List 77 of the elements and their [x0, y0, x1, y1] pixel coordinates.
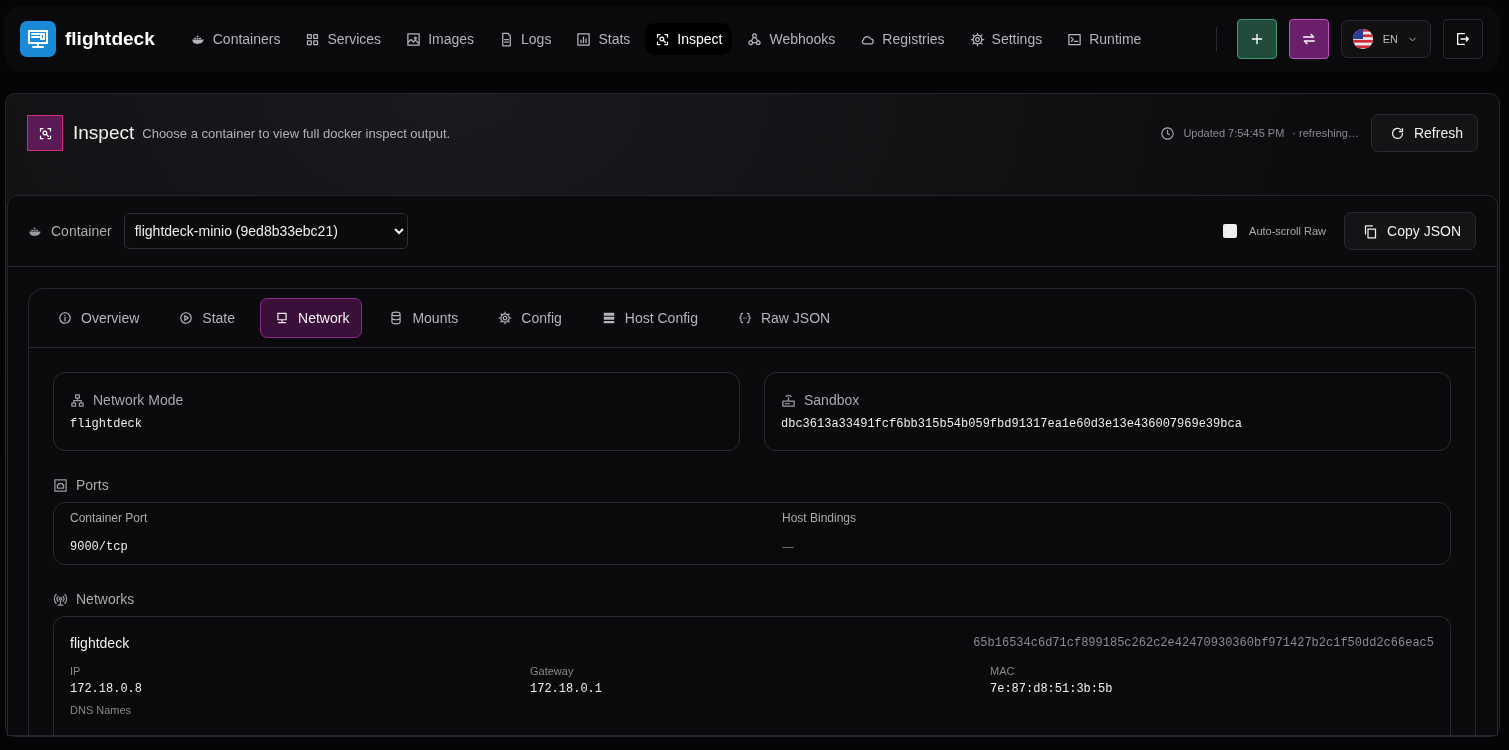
router-icon: [781, 392, 796, 408]
terminal-icon: [1067, 31, 1083, 47]
ethernet-port-icon: [53, 477, 68, 493]
tab[interactable]: Raw JSON: [722, 298, 844, 338]
nav-link[interactable]: Containers: [180, 23, 291, 55]
page-subtitle: Choose a container to view full docker inspect output.: [142, 125, 451, 141]
section-title: Networks: [76, 591, 135, 607]
app-name: flightdeck: [65, 28, 155, 50]
nav-link[interactable]: Logs: [489, 23, 562, 55]
nav-link[interactable]: Inspect: [645, 23, 733, 55]
tab[interactable]: Overview: [43, 298, 153, 338]
language-selector[interactable]: EN: [1340, 20, 1431, 58]
database-icon: [389, 311, 404, 325]
monitor-icon: [275, 311, 290, 325]
add-button[interactable]: [1236, 19, 1277, 59]
scan-icon: [655, 31, 671, 47]
nav-link[interactable]: Services: [295, 23, 392, 55]
section-title: Ports: [76, 477, 109, 493]
copy-json-button[interactable]: Copy JSON: [1344, 212, 1476, 250]
updated-time: Updated 7:54:45 PM: [1183, 127, 1285, 139]
field-label: MAC: [990, 665, 1016, 678]
table-cell-text: 9000/tcp: [70, 540, 129, 554]
desktop-icon: [26, 27, 50, 51]
tab[interactable]: Network: [260, 298, 363, 338]
field-label: IP: [70, 665, 82, 678]
nav-link[interactable]: Registries: [850, 23, 955, 55]
field-value: 172.18.0.1: [530, 682, 603, 696]
image-icon: [406, 31, 422, 47]
tab[interactable]: Mounts: [374, 298, 472, 338]
server-icon: [601, 311, 616, 325]
refresh-button[interactable]: Refresh: [1370, 114, 1478, 152]
flag-icon: [1351, 28, 1374, 50]
column-header: Host Bindings: [781, 511, 858, 525]
card-label: Sandbox: [804, 392, 860, 408]
nav-link[interactable]: Settings: [959, 23, 1053, 55]
container-select[interactable]: flightdeck-minio (9ed8b33ebc21): [123, 213, 408, 249]
tab[interactable]: Host Config: [586, 298, 711, 338]
network-name: flightdeck: [70, 635, 130, 651]
column-header: Container Port: [70, 511, 149, 525]
field-value: 172.18.0.8: [70, 682, 143, 696]
logout-icon: [1455, 31, 1471, 47]
card-value: dbc3613a33491fcf6bb315b54b059fbd91317ea1e60d3e13e436007969e39bca: [781, 417, 1243, 431]
bar-chart-icon: [576, 31, 592, 47]
swap-icon: [1300, 31, 1317, 47]
page-title: Inspect: [73, 122, 135, 144]
field-label: DNS Names: [70, 704, 133, 717]
field-value: 7e:87:d8:51:3b:5b: [990, 682, 1114, 696]
nodes-icon: [747, 31, 763, 47]
tab[interactable]: Config: [483, 298, 575, 338]
scan-icon: [37, 125, 53, 141]
card-value: flightdeck: [70, 417, 143, 431]
nav-link[interactable]: Runtime: [1057, 23, 1152, 55]
gear-icon: [498, 311, 513, 325]
info-icon: [58, 311, 72, 325]
gear-icon: [969, 31, 985, 47]
field-label: Gateway: [530, 665, 575, 678]
copy-icon: [1363, 223, 1379, 239]
network-id: 65b16534c6d71cf899185c262c2e42470930360bf971427b2c1f50dd2c66eac5: [973, 636, 1434, 650]
logout-button[interactable]: [1443, 19, 1483, 59]
braces-icon: [737, 311, 752, 325]
nav-link[interactable]: Webhooks: [737, 23, 846, 55]
container-label: Container: [51, 223, 112, 239]
refresh-icon: [1389, 125, 1405, 141]
card-label: Network Mode: [93, 392, 184, 408]
clock-icon: [1160, 125, 1176, 141]
tab[interactable]: State: [164, 298, 249, 338]
nav-link[interactable]: Images: [396, 23, 485, 55]
play-icon: [179, 311, 194, 325]
table-cell-text: —: [781, 540, 795, 554]
swap-button[interactable]: [1288, 19, 1329, 59]
auto-scroll-checkbox[interactable]: [1223, 224, 1238, 238]
antenna-icon: [53, 591, 68, 607]
auto-scroll-label: Auto-scroll Raw: [1249, 225, 1327, 237]
refresh-status: · refreshing…: [1292, 127, 1359, 139]
network-icon: [70, 392, 85, 408]
nav-link[interactable]: Stats: [566, 23, 641, 55]
grid-icon: [305, 31, 321, 47]
